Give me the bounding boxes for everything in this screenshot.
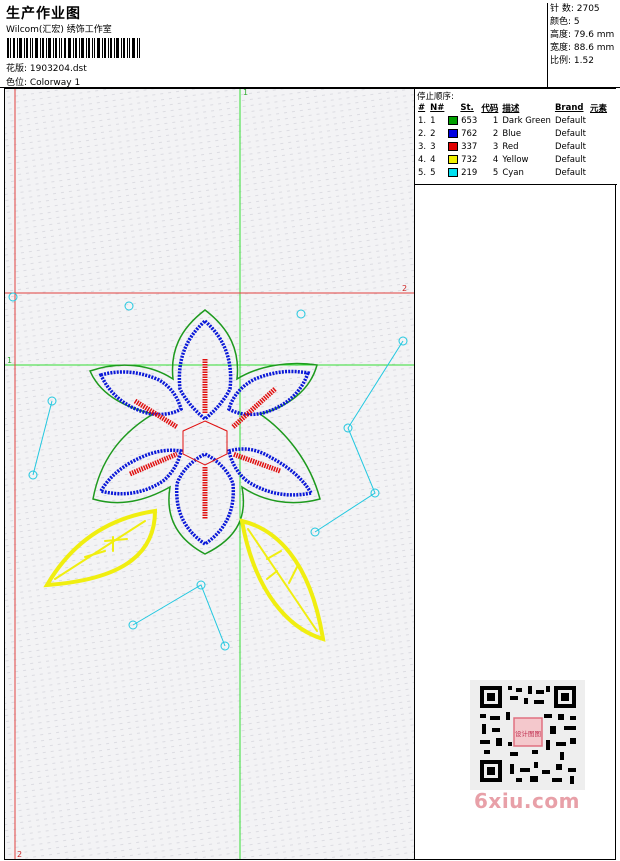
watermark-site: 6xiu.com: [474, 789, 580, 813]
page-title: 生产作业图: [6, 6, 81, 22]
design-scale: 比例: 1.52: [550, 56, 594, 66]
green-guide-v-label: 1: [243, 89, 248, 97]
color-table: # N# St. 代码 描述 Brand 元素 1. 1 653 1 Dark …: [416, 101, 609, 179]
table-row: 1. 1 653 1 Dark Green Default: [418, 115, 587, 126]
stitch-count: 针 数: 2705: [550, 4, 600, 14]
color-swatch-icon: [448, 167, 459, 177]
stats-box: 针 数: 2705 颜色: 5 高度: 79.6 mm 宽度: 88.6 mm …: [547, 3, 620, 87]
qr-code-icon: 设计图图: [470, 680, 585, 790]
color-table-header: # N# St. 代码 描述 Brand 元素: [416, 101, 609, 114]
design-file-label: 花版: 1903204.dst: [6, 64, 87, 74]
green-guide-h-label: 1: [7, 356, 12, 365]
color-swatch-icon: [448, 115, 459, 125]
col-needle: N#: [430, 102, 445, 113]
color-sequence-panel: 停止顺序: # N# St. 代码 描述 Brand 元素 1. 1 653 1…: [414, 89, 617, 185]
col-brand: Brand: [554, 102, 584, 113]
red-guide-v-label: 2: [17, 850, 22, 859]
fabric-background: [5, 89, 414, 859]
stamp-text: 设计图图: [515, 729, 541, 738]
table-row: 3. 3 337 3 Red Default: [418, 141, 587, 152]
col-stitches: St.: [460, 102, 474, 113]
embroidery-preview: 1 1 2 2: [5, 89, 414, 859]
studio-name: Wilcom(汇宏) 绣饰工作室: [6, 25, 112, 35]
col-index: #: [418, 102, 426, 113]
table-row: 4. 4 732 4 Yellow Default: [418, 154, 587, 165]
barcode-icon: [7, 38, 140, 58]
table-row: 2. 2 762 2 Blue Default: [418, 128, 587, 139]
color-swatch-icon: [448, 141, 459, 151]
color-swatch-icon: [448, 154, 459, 164]
table-row: 5. 5 219 5 Cyan Default: [418, 167, 587, 178]
color-swatch-icon: [448, 128, 459, 138]
design-width: 宽度: 88.6 mm: [550, 43, 615, 53]
red-guide-h-label: 2: [402, 284, 407, 293]
panel-divider: [414, 184, 415, 860]
col-element: 元素: [590, 103, 608, 114]
design-height: 高度: 79.6 mm: [550, 30, 615, 40]
color-count: 颜色: 5: [550, 17, 580, 27]
col-description: 描述: [502, 103, 520, 114]
col-code: 代码: [481, 103, 499, 114]
